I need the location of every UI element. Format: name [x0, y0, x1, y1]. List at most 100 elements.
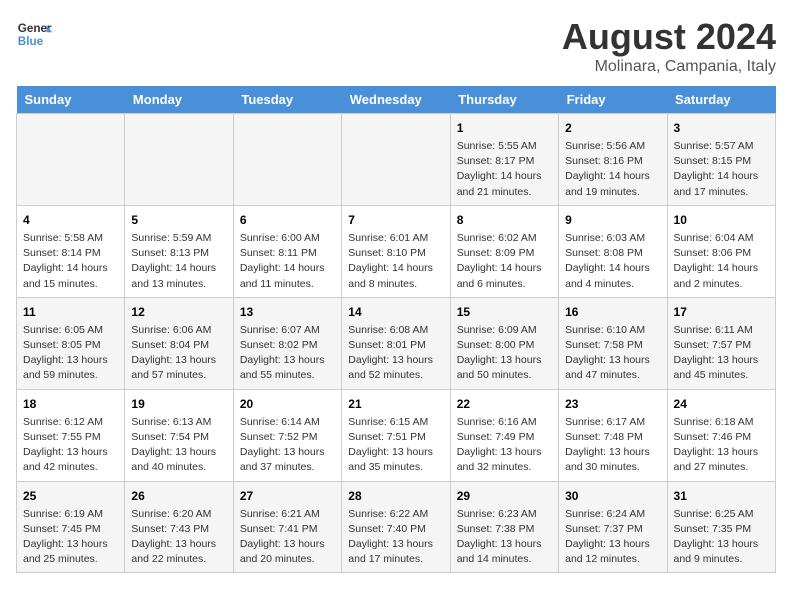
day-number: 18 — [23, 395, 118, 413]
week-row-2: 4 Sunrise: 5:58 AM Sunset: 8:14 PM Daylig… — [17, 205, 776, 297]
calendar-cell: 8 Sunrise: 6:02 AM Sunset: 8:09 PM Daylig… — [450, 205, 558, 297]
week-row-5: 25 Sunrise: 6:19 AM Sunset: 7:45 PM Dayli… — [17, 481, 776, 573]
cell-content: Sunrise: 6:23 AM Sunset: 7:38 PM Dayligh… — [457, 507, 552, 568]
day-number: 20 — [240, 395, 335, 413]
cell-content: Sunrise: 6:20 AM Sunset: 7:43 PM Dayligh… — [131, 507, 226, 568]
day-number: 8 — [457, 211, 552, 229]
calendar-cell: 9Sunrise: 6:03 AM Sunset: 8:08 PM Daylig… — [559, 205, 667, 297]
cell-content: Sunrise: 6:11 AM Sunset: 7:57 PM Dayligh… — [674, 323, 769, 384]
week-row-3: 11 Sunrise: 6:05 AM Sunset: 8:05 PM Dayli… — [17, 297, 776, 389]
day-number: 7 — [348, 211, 443, 229]
cell-content: Sunrise: 6:15 AM Sunset: 7:51 PM Dayligh… — [348, 415, 443, 476]
cell-content: Sunrise: 6:07 AM Sunset: 8:02 PM Dayligh… — [240, 323, 335, 384]
cell-content: Sunrise: 5:58 AM Sunset: 8:14 PM Dayligh… — [23, 231, 118, 292]
cell-content: Sunrise: 6:10 AM Sunset: 7:58 PM Dayligh… — [565, 323, 660, 384]
day-number: 29 — [457, 487, 552, 505]
calendar-cell: 25 Sunrise: 6:19 AM Sunset: 7:45 PM Dayli… — [17, 481, 125, 573]
cell-content: Sunrise: 6:19 AM Sunset: 7:45 PM Dayligh… — [23, 507, 118, 568]
calendar-cell: 20 Sunrise: 6:14 AM Sunset: 7:52 PM Dayli… — [233, 389, 341, 481]
calendar-header: SundayMondayTuesdayWednesdayThursdayFrid… — [17, 86, 776, 114]
logo: General Blue — [16, 16, 52, 52]
calendar-cell: 17 Sunrise: 6:11 AM Sunset: 7:57 PM Dayli… — [667, 297, 775, 389]
cell-content: Sunrise: 6:02 AM Sunset: 8:09 PM Dayligh… — [457, 231, 552, 292]
cell-content: Sunrise: 6:14 AM Sunset: 7:52 PM Dayligh… — [240, 415, 335, 476]
cell-content: Sunrise: 5:56 AM Sunset: 8:16 PM Dayligh… — [565, 139, 660, 200]
calendar-cell: 28 Sunrise: 6:22 AM Sunset: 7:40 PM Dayli… — [342, 481, 450, 573]
calendar-cell: 5 Sunrise: 5:59 AM Sunset: 8:13 PM Daylig… — [125, 205, 233, 297]
calendar-cell: 31 Sunrise: 6:25 AM Sunset: 7:35 PM Dayli… — [667, 481, 775, 573]
calendar-cell — [233, 114, 341, 206]
calendar-cell: 18 Sunrise: 6:12 AM Sunset: 7:55 PM Dayli… — [17, 389, 125, 481]
cell-content: Sunrise: 6:22 AM Sunset: 7:40 PM Dayligh… — [348, 507, 443, 568]
cell-content: Sunrise: 6:05 AM Sunset: 8:05 PM Dayligh… — [23, 323, 118, 384]
calendar-cell: 10 Sunrise: 6:04 AM Sunset: 8:06 PM Dayli… — [667, 205, 775, 297]
calendar-cell — [342, 114, 450, 206]
calendar-cell: 4 Sunrise: 5:58 AM Sunset: 8:14 PM Daylig… — [17, 205, 125, 297]
day-number: 27 — [240, 487, 335, 505]
calendar-cell: 27 Sunrise: 6:21 AM Sunset: 7:41 PM Dayli… — [233, 481, 341, 573]
cell-content: Sunrise: 6:00 AM Sunset: 8:11 PM Dayligh… — [240, 231, 335, 292]
calendar-cell: 2 Sunrise: 5:56 AM Sunset: 8:16 PM Daylig… — [559, 114, 667, 206]
calendar-cell — [125, 114, 233, 206]
cell-content: Sunrise: 5:57 AM Sunset: 8:15 PM Dayligh… — [674, 139, 769, 200]
svg-text:Blue: Blue — [18, 35, 44, 48]
weekday-header-monday: Monday — [125, 86, 233, 114]
day-number: 16 — [565, 303, 660, 321]
cell-content: Sunrise: 6:09 AM Sunset: 8:00 PM Dayligh… — [457, 323, 552, 384]
calendar-cell: 1Sunrise: 5:55 AM Sunset: 8:17 PM Daylig… — [450, 114, 558, 206]
day-number: 31 — [674, 487, 769, 505]
calendar-cell: 12Sunrise: 6:06 AM Sunset: 8:04 PM Dayli… — [125, 297, 233, 389]
subtitle: Molinara, Campania, Italy — [562, 58, 776, 76]
day-number: 2 — [565, 119, 660, 137]
cell-content: Sunrise: 6:16 AM Sunset: 7:49 PM Dayligh… — [457, 415, 552, 476]
cell-content: Sunrise: 6:25 AM Sunset: 7:35 PM Dayligh… — [674, 507, 769, 568]
cell-content: Sunrise: 6:21 AM Sunset: 7:41 PM Dayligh… — [240, 507, 335, 568]
page-header: General Blue August 2024 Molinara, Campa… — [16, 16, 776, 76]
day-number: 23 — [565, 395, 660, 413]
cell-content: Sunrise: 6:08 AM Sunset: 8:01 PM Dayligh… — [348, 323, 443, 384]
logo-icon: General Blue — [16, 16, 52, 52]
day-number: 25 — [23, 487, 118, 505]
calendar-cell: 16 Sunrise: 6:10 AM Sunset: 7:58 PM Dayli… — [559, 297, 667, 389]
calendar-cell: 30 Sunrise: 6:24 AM Sunset: 7:37 PM Dayli… — [559, 481, 667, 573]
day-number: 24 — [674, 395, 769, 413]
cell-content: Sunrise: 6:13 AM Sunset: 7:54 PM Dayligh… — [131, 415, 226, 476]
cell-content: Sunrise: 6:12 AM Sunset: 7:55 PM Dayligh… — [23, 415, 118, 476]
day-number: 17 — [674, 303, 769, 321]
day-number: 10 — [674, 211, 769, 229]
day-number: 26 — [131, 487, 226, 505]
week-row-1: 1Sunrise: 5:55 AM Sunset: 8:17 PM Daylig… — [17, 114, 776, 206]
cell-content: Sunrise: 6:17 AM Sunset: 7:48 PM Dayligh… — [565, 415, 660, 476]
day-number: 28 — [348, 487, 443, 505]
calendar-cell: 22 Sunrise: 6:16 AM Sunset: 7:49 PM Dayli… — [450, 389, 558, 481]
weekday-header-thursday: Thursday — [450, 86, 558, 114]
day-number: 14 — [348, 303, 443, 321]
title-area: August 2024 Molinara, Campania, Italy — [562, 16, 776, 76]
day-number: 30 — [565, 487, 660, 505]
day-number: 15 — [457, 303, 552, 321]
day-number: 11 — [23, 303, 118, 321]
calendar-cell: 11 Sunrise: 6:05 AM Sunset: 8:05 PM Dayli… — [17, 297, 125, 389]
day-number: 6 — [240, 211, 335, 229]
weekday-header-row: SundayMondayTuesdayWednesdayThursdayFrid… — [17, 86, 776, 114]
cell-content: Sunrise: 6:24 AM Sunset: 7:37 PM Dayligh… — [565, 507, 660, 568]
day-number: 9 — [565, 211, 660, 229]
cell-content: Sunrise: 6:18 AM Sunset: 7:46 PM Dayligh… — [674, 415, 769, 476]
day-number: 3 — [674, 119, 769, 137]
day-number: 22 — [457, 395, 552, 413]
calendar-body: 1Sunrise: 5:55 AM Sunset: 8:17 PM Daylig… — [17, 114, 776, 573]
cell-content: Sunrise: 6:01 AM Sunset: 8:10 PM Dayligh… — [348, 231, 443, 292]
calendar-cell: 29 Sunrise: 6:23 AM Sunset: 7:38 PM Dayli… — [450, 481, 558, 573]
day-number: 5 — [131, 211, 226, 229]
day-number: 4 — [23, 211, 118, 229]
weekday-header-sunday: Sunday — [17, 86, 125, 114]
cell-content: Sunrise: 6:04 AM Sunset: 8:06 PM Dayligh… — [674, 231, 769, 292]
weekday-header-tuesday: Tuesday — [233, 86, 341, 114]
cell-content: Sunrise: 6:06 AM Sunset: 8:04 PM Dayligh… — [131, 323, 226, 384]
weekday-header-saturday: Saturday — [667, 86, 775, 114]
calendar-cell — [17, 114, 125, 206]
day-number: 13 — [240, 303, 335, 321]
cell-content: Sunrise: 5:59 AM Sunset: 8:13 PM Dayligh… — [131, 231, 226, 292]
calendar-cell: 19Sunrise: 6:13 AM Sunset: 7:54 PM Dayli… — [125, 389, 233, 481]
calendar-cell: 7 Sunrise: 6:01 AM Sunset: 8:10 PM Daylig… — [342, 205, 450, 297]
